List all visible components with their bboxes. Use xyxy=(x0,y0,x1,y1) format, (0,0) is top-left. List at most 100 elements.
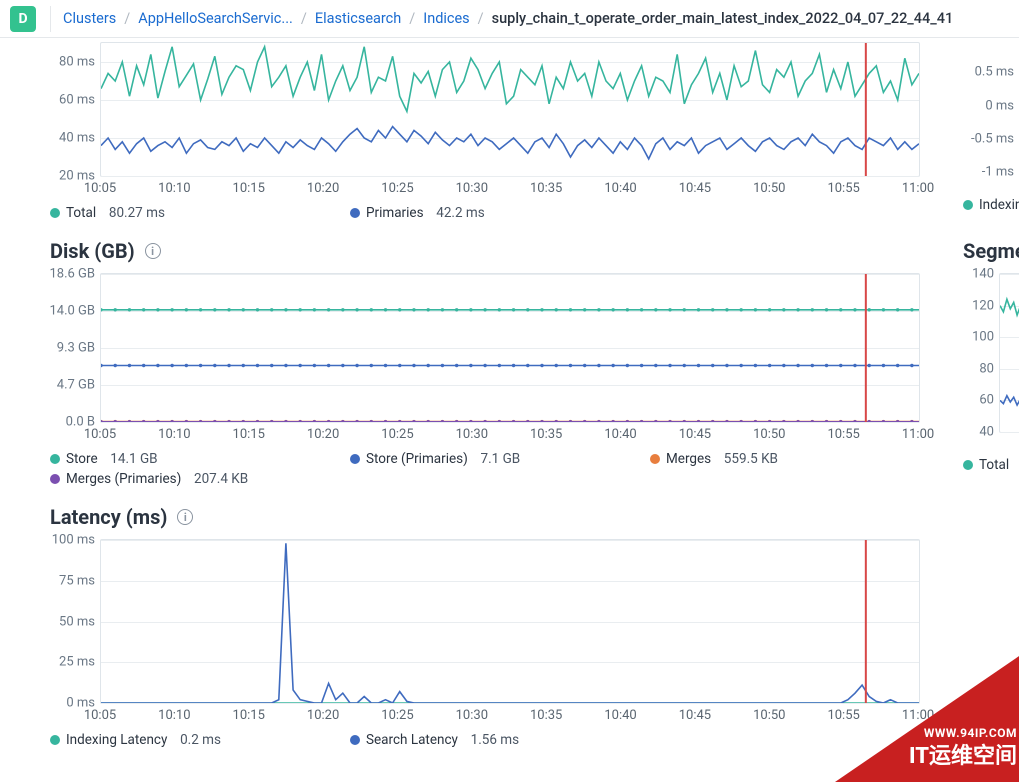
breadcrumb-sep: / xyxy=(478,10,484,27)
legend-name: Store xyxy=(66,451,98,467)
legend-item[interactable]: Total 80.27 ms xyxy=(50,205,350,221)
x-tick: 10:20 xyxy=(307,708,339,723)
x-tick: 10:05 xyxy=(84,427,116,442)
x-axis-ticks: 10:0510:1010:1510:2010:2510:3010:3510:40… xyxy=(100,427,920,445)
legend-value: 1.56 ms xyxy=(464,732,519,748)
chart-canvas[interactable]: 20 ms40 ms60 ms80 ms xyxy=(100,42,920,177)
chart-indexing-rate: -1 ms-0.5 ms0 ms0.5 ms Indexing 0 xyxy=(969,38,1019,213)
breadcrumb-app[interactable]: AppHelloSearchServic... xyxy=(138,10,293,27)
x-tick: 10:25 xyxy=(381,427,413,442)
x-tick: 10:45 xyxy=(679,181,711,196)
legend-name: Indexing xyxy=(979,197,1019,213)
legend-dot xyxy=(350,735,360,745)
legend-dot xyxy=(350,454,360,464)
legend-item[interactable]: Search Latency 1.56 ms xyxy=(350,732,537,748)
legend-dot xyxy=(963,460,973,470)
chart-title-text: Disk (GB) xyxy=(50,239,135,263)
x-tick: 10:50 xyxy=(753,181,785,196)
legend-name: Store (Primaries) xyxy=(366,451,468,467)
legend-item[interactable]: Store 14.1 GB xyxy=(50,451,350,467)
y-tick: 80 xyxy=(979,361,994,376)
breadcrumb-current: suply_chain_t_operate_order_main_latest_… xyxy=(492,10,954,27)
x-tick: 10:50 xyxy=(753,427,785,442)
legend-dot xyxy=(50,735,60,745)
chart-title-text: Segmen xyxy=(963,239,1019,263)
legend-item[interactable]: Total 112 xyxy=(963,457,1019,473)
x-tick: 10:10 xyxy=(158,181,190,196)
chart-legend: Indexing 0 xyxy=(963,197,1019,213)
x-tick: 10:55 xyxy=(827,708,859,723)
legend-dot xyxy=(650,454,660,464)
y-tick: -0.5 ms xyxy=(971,131,1014,146)
x-tick: 10:15 xyxy=(233,708,265,723)
legend-item[interactable]: Primaries 42.2 ms xyxy=(350,205,503,221)
y-tick: 60 ms xyxy=(59,93,95,108)
breadcrumb: Clusters / AppHelloSearchServic... / Ela… xyxy=(63,10,953,27)
legend-item[interactable]: Store (Primaries) 7.1 GB xyxy=(350,451,650,467)
legend-value: 14.1 GB xyxy=(104,451,158,467)
y-tick: 140 xyxy=(972,267,994,282)
chart-legend: Total 80.27 msPrimaries 42.2 ms xyxy=(50,205,920,221)
breadcrumb-clusters[interactable]: Clusters xyxy=(63,10,116,27)
y-tick: 25 ms xyxy=(59,655,95,670)
x-tick: 10:05 xyxy=(84,708,116,723)
x-tick: 10:45 xyxy=(679,708,711,723)
legend-value: 559.5 KB xyxy=(717,451,778,467)
legend-dot xyxy=(50,208,60,218)
y-tick: 40 xyxy=(979,425,994,440)
y-tick: 120 xyxy=(972,298,994,313)
x-tick: 10:15 xyxy=(233,427,265,442)
chart-canvas[interactable]: 0.0 B4.7 GB9.3 GB14.0 GB18.6 GB xyxy=(100,273,920,423)
legend-value: 7.1 GB xyxy=(474,451,520,467)
x-axis-ticks: 10:0510:1010:1510:2010:2510:3010:3510:40… xyxy=(100,181,920,199)
y-tick: 18.6 GB xyxy=(49,267,95,282)
x-tick: 10:40 xyxy=(604,708,636,723)
x-tick: 10:25 xyxy=(381,708,413,723)
x-tick: 10:55 xyxy=(827,181,859,196)
y-tick: 50 ms xyxy=(59,614,95,629)
chart-search-rate: 20 ms40 ms60 ms80 ms 10:0510:1010:1510:2… xyxy=(50,42,920,221)
x-tick: 10:20 xyxy=(307,181,339,196)
legend-name: Merges xyxy=(666,451,711,467)
y-tick: 4.7 GB xyxy=(57,377,95,392)
legend-name: Primaries xyxy=(366,205,424,221)
info-icon[interactable]: i xyxy=(145,243,161,259)
y-tick: 100 ms xyxy=(52,533,95,548)
legend-item[interactable]: Merges 559.5 KB xyxy=(650,451,910,467)
chart-canvas[interactable]: 406080100120140 xyxy=(999,273,1019,433)
breadcrumb-elasticsearch[interactable]: Elasticsearch xyxy=(315,10,401,27)
y-tick: 9.3 GB xyxy=(57,341,95,356)
info-icon[interactable]: i xyxy=(177,509,193,525)
x-tick: 10:50 xyxy=(753,708,785,723)
legend-dot xyxy=(50,454,60,464)
x-tick: 10:45 xyxy=(679,427,711,442)
x-tick: 11:00 xyxy=(902,181,934,196)
chart-segments: Segmen 406080100120140 Total 112 xyxy=(969,221,1019,473)
breadcrumb-indices[interactable]: Indices xyxy=(423,10,469,27)
y-tick: 40 ms xyxy=(59,131,95,146)
page-body: 20 ms40 ms60 ms80 ms 10:05 10:10 10:15 10:2… xyxy=(0,38,1019,748)
divider xyxy=(50,6,51,32)
x-axis-ticks: 10:0510:1010:1510:2010:2510:3010:3510:40… xyxy=(100,708,920,726)
x-tick: 10:30 xyxy=(456,181,488,196)
legend-item[interactable]: Indexing Latency 0.2 ms xyxy=(50,732,350,748)
legend-item[interactable]: Indexing 0 xyxy=(963,197,1019,213)
x-tick: 10:35 xyxy=(530,427,562,442)
x-tick: 10:25 xyxy=(381,181,413,196)
x-tick: 10:30 xyxy=(456,427,488,442)
legend-item[interactable]: Merges (Primaries) 207.4 KB xyxy=(50,471,266,487)
x-tick: 10:40 xyxy=(604,427,636,442)
top-bar: D Clusters / AppHelloSearchServic... / E… xyxy=(0,0,1019,38)
chart-canvas[interactable]: 0 ms25 ms50 ms75 ms100 ms xyxy=(100,539,920,704)
x-tick: 11:00 xyxy=(902,708,934,723)
y-tick: 0 ms xyxy=(985,98,1014,113)
x-tick: 10:10 xyxy=(158,427,190,442)
legend-value: 207.4 KB xyxy=(187,471,248,487)
chart-title-text: Latency (ms) xyxy=(50,505,167,529)
chart-latency: Latency (ms) i 0 ms25 ms50 ms75 ms100 ms… xyxy=(50,487,920,748)
x-tick: 10:20 xyxy=(307,427,339,442)
y-tick: 75 ms xyxy=(59,573,95,588)
x-tick: 10:10 xyxy=(158,708,190,723)
breadcrumb-sep: / xyxy=(124,10,130,27)
x-tick: 10:55 xyxy=(827,427,859,442)
